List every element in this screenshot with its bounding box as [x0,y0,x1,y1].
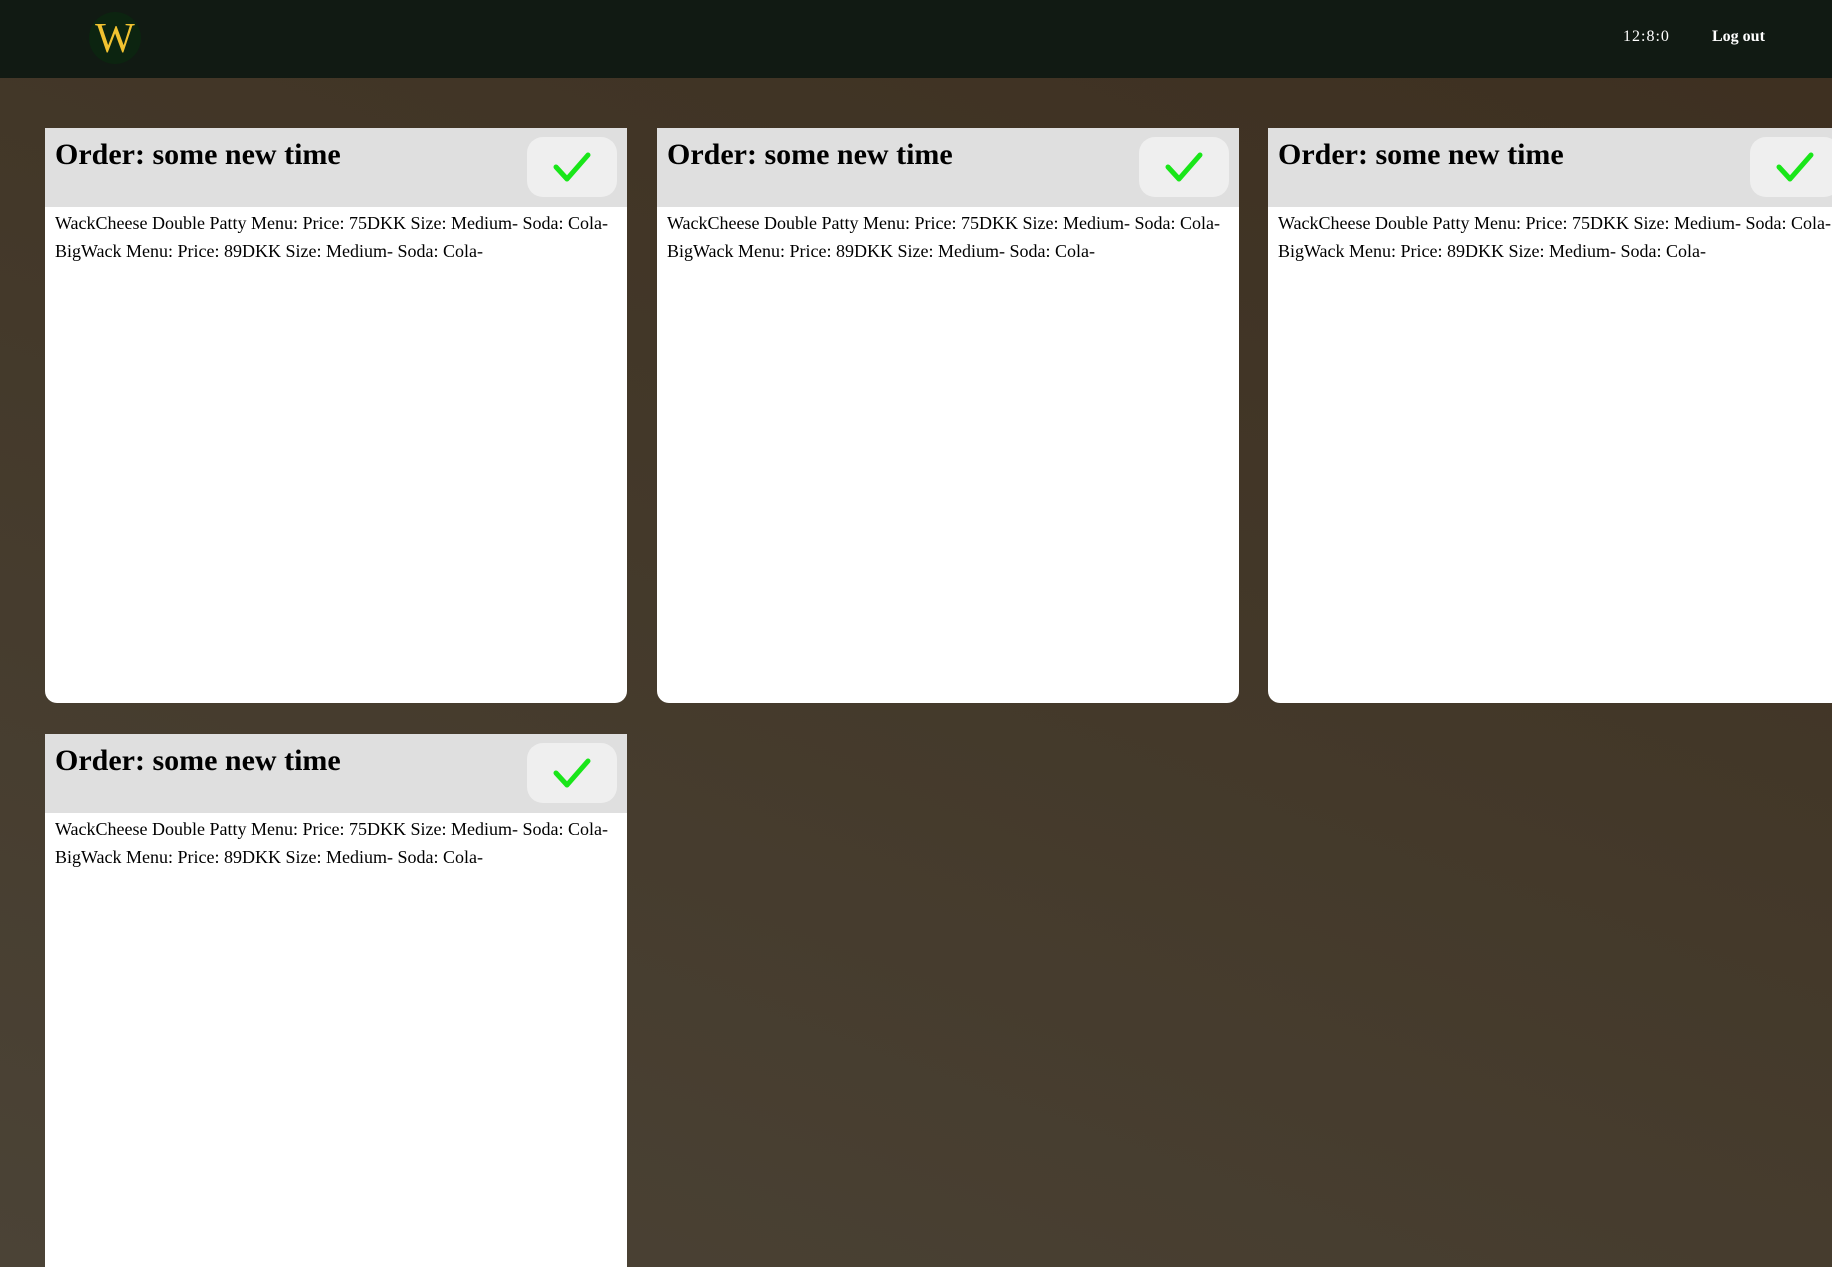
order-item: BigWack Menu: Price: 89DKK Size: Medium-… [1278,241,1706,261]
order-card-header: Order: some new time [45,734,627,813]
order-item: WackCheese Double Patty Menu: Price: 75D… [55,213,608,233]
order-title: Order: some new time [667,138,953,171]
order-card: Order: some new time WackCheese Double P… [45,734,627,1267]
logo: W [89,12,141,64]
checkmark-icon [1165,152,1203,182]
order-card-header: Order: some new time [45,128,627,207]
complete-order-button[interactable] [1750,137,1832,197]
checkmark-icon [553,152,591,182]
complete-order-button[interactable] [527,137,617,197]
order-item: BigWack Menu: Price: 89DKK Size: Medium-… [667,241,1095,261]
top-bar: W 12:8:0 Log out [0,0,1832,78]
logout-button[interactable]: Log out [1712,28,1765,46]
complete-order-button[interactable] [1139,137,1229,197]
order-title: Order: some new time [55,744,341,777]
order-card: Order: some new time WackCheese Double P… [1268,128,1832,703]
order-card-header: Order: some new time [1268,128,1832,207]
order-item: WackCheese Double Patty Menu: Price: 75D… [55,819,608,839]
checkmark-icon [553,758,591,788]
order-item: WackCheese Double Patty Menu: Price: 75D… [667,213,1220,233]
order-card: Order: some new time WackCheese Double P… [45,128,627,703]
order-item: WackCheese Double Patty Menu: Price: 75D… [1278,213,1831,233]
clock: 12:8:0 [1623,28,1670,45]
order-items: WackCheese Double Patty Menu: Price: 75D… [45,813,627,869]
order-title: Order: some new time [55,138,341,171]
order-items: WackCheese Double Patty Menu: Price: 75D… [1268,207,1832,263]
order-card-header: Order: some new time [657,128,1239,207]
checkmark-icon [1776,152,1814,182]
order-item: BigWack Menu: Price: 89DKK Size: Medium-… [55,847,483,867]
order-title: Order: some new time [1278,138,1564,171]
complete-order-button[interactable] [527,743,617,803]
order-items: WackCheese Double Patty Menu: Price: 75D… [657,207,1239,263]
order-item: BigWack Menu: Price: 89DKK Size: Medium-… [55,241,483,261]
order-card: Order: some new time WackCheese Double P… [657,128,1239,703]
logo-letter: W [95,16,135,62]
order-items: WackCheese Double Patty Menu: Price: 75D… [45,207,627,263]
